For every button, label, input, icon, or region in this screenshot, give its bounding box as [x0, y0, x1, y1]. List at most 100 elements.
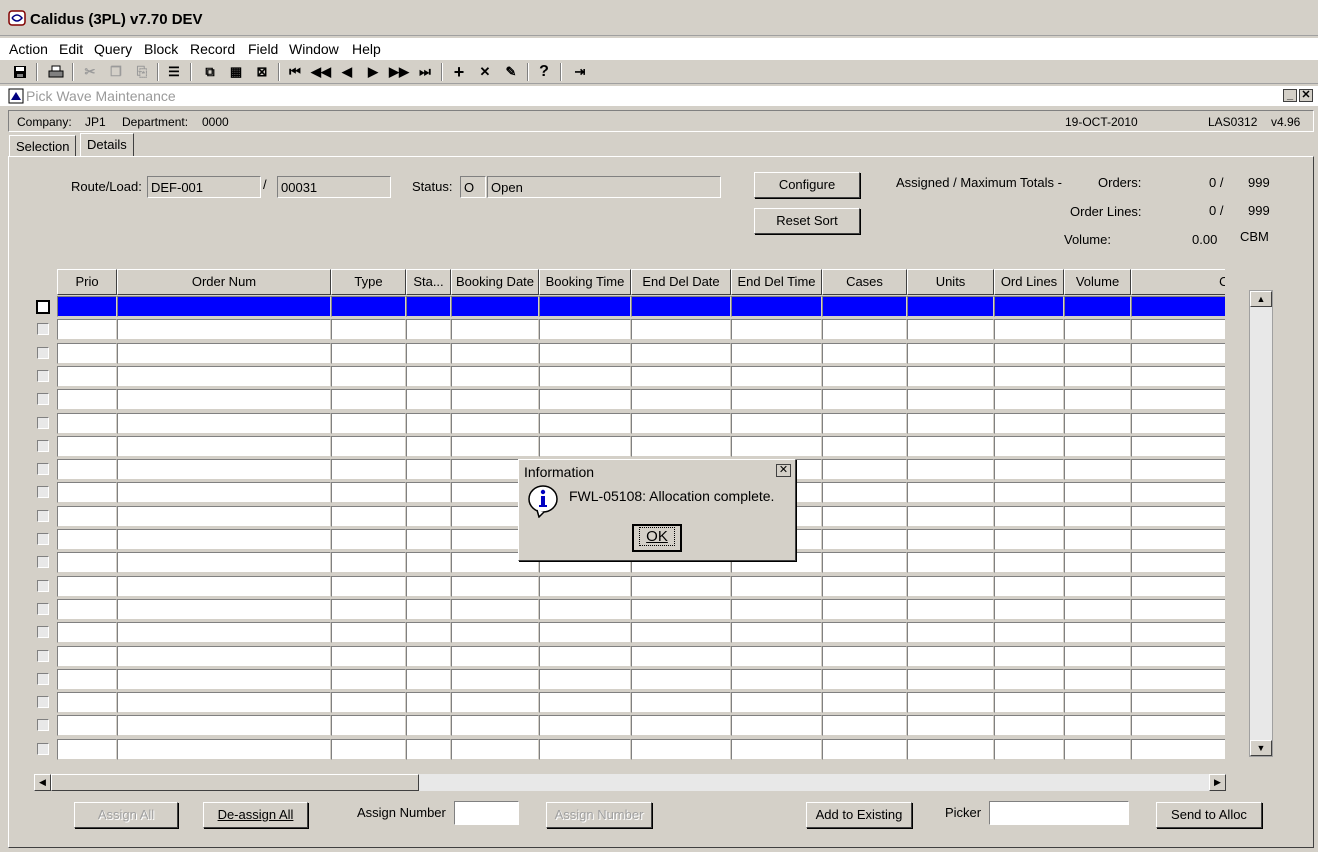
- row-select-checkbox[interactable]: [37, 603, 49, 615]
- assign-number-input[interactable]: [454, 801, 519, 825]
- row-select-checkbox[interactable]: [37, 650, 49, 662]
- print-icon[interactable]: [47, 63, 65, 81]
- table-cell[interactable]: [406, 506, 451, 527]
- scroll-right-icon[interactable]: ▶: [1209, 774, 1226, 791]
- scroll-left-icon[interactable]: ◀: [34, 774, 51, 791]
- table-cell[interactable]: [451, 692, 539, 713]
- table-cell[interactable]: [539, 366, 631, 387]
- table-cell[interactable]: [907, 552, 994, 573]
- table-cell[interactable]: [539, 669, 631, 690]
- column-header[interactable]: Prio: [57, 269, 117, 295]
- status-code-field[interactable]: O: [460, 176, 486, 198]
- table-cell[interactable]: [994, 343, 1064, 364]
- table-cell[interactable]: [1131, 459, 1225, 480]
- copy-icon[interactable]: ❐: [107, 63, 125, 81]
- table-cell[interactable]: [117, 459, 331, 480]
- table-cell[interactable]: [994, 319, 1064, 340]
- table-cell[interactable]: [117, 599, 331, 620]
- column-header[interactable]: Booking Date: [451, 269, 539, 295]
- table-cell[interactable]: [117, 296, 331, 317]
- column-header[interactable]: Cases: [822, 269, 907, 295]
- table-cell[interactable]: [451, 646, 539, 667]
- minimize-button[interactable]: _: [1283, 89, 1297, 102]
- column-header[interactable]: Order Num: [117, 269, 331, 295]
- table-cell[interactable]: [822, 692, 907, 713]
- row-select-checkbox[interactable]: [37, 556, 49, 568]
- table-cell[interactable]: [57, 319, 117, 340]
- table-cell[interactable]: [331, 296, 406, 317]
- table-cell[interactable]: [1064, 715, 1131, 736]
- table-cell[interactable]: [331, 739, 406, 760]
- cancel-query-icon[interactable]: ⊠: [253, 63, 271, 81]
- table-cell[interactable]: [451, 436, 539, 457]
- table-cell[interactable]: [994, 413, 1064, 434]
- table-cell[interactable]: [731, 739, 822, 760]
- table-cell[interactable]: [1064, 739, 1131, 760]
- table-cell[interactable]: [57, 389, 117, 410]
- table-cell[interactable]: [406, 622, 451, 643]
- save-icon[interactable]: [11, 63, 29, 81]
- table-cell[interactable]: [1131, 389, 1225, 410]
- list-of-values-icon[interactable]: ☰: [165, 63, 183, 81]
- table-cell[interactable]: [406, 366, 451, 387]
- table-cell[interactable]: [1064, 552, 1131, 573]
- enter-query-icon[interactable]: ⧉: [201, 63, 219, 81]
- menu-help[interactable]: Help: [352, 41, 381, 57]
- table-cell[interactable]: [451, 576, 539, 597]
- row-select-checkbox[interactable]: [37, 696, 49, 708]
- table-cell[interactable]: [907, 739, 994, 760]
- horizontal-scroll-thumb[interactable]: [51, 774, 419, 791]
- table-cell[interactable]: [1064, 436, 1131, 457]
- table-cell[interactable]: [57, 506, 117, 527]
- table-cell[interactable]: [994, 646, 1064, 667]
- table-cell[interactable]: [994, 366, 1064, 387]
- table-cell[interactable]: [406, 459, 451, 480]
- assign-all-button[interactable]: Assign All: [74, 802, 178, 828]
- table-cell[interactable]: [539, 599, 631, 620]
- horizontal-scrollbar[interactable]: ◀ ▶: [34, 774, 1226, 791]
- table-cell[interactable]: [406, 343, 451, 364]
- reset-sort-button[interactable]: Reset Sort: [754, 208, 860, 234]
- table-cell[interactable]: [994, 692, 1064, 713]
- table-cell[interactable]: [331, 366, 406, 387]
- table-cell[interactable]: [822, 552, 907, 573]
- configure-button[interactable]: Configure: [754, 172, 860, 198]
- table-cell[interactable]: [994, 599, 1064, 620]
- insert-record-icon[interactable]: +: [450, 62, 468, 82]
- column-header[interactable]: Type: [331, 269, 406, 295]
- table-cell[interactable]: [731, 413, 822, 434]
- table-cell[interactable]: [331, 669, 406, 690]
- table-cell[interactable]: [822, 482, 907, 503]
- table-cell[interactable]: [539, 692, 631, 713]
- picker-input[interactable]: [989, 801, 1129, 825]
- menu-query[interactable]: Query: [94, 41, 132, 57]
- table-cell[interactable]: [406, 319, 451, 340]
- table-cell[interactable]: [331, 529, 406, 550]
- table-cell[interactable]: [1131, 739, 1225, 760]
- table-cell[interactable]: [1064, 296, 1131, 317]
- table-cell[interactable]: [406, 389, 451, 410]
- table-cell[interactable]: [1131, 343, 1225, 364]
- table-cell[interactable]: [117, 692, 331, 713]
- table-cell[interactable]: [1064, 343, 1131, 364]
- table-cell[interactable]: [822, 296, 907, 317]
- column-header[interactable]: Orde: [1131, 269, 1225, 295]
- table-cell[interactable]: [451, 319, 539, 340]
- table-cell[interactable]: [907, 692, 994, 713]
- menu-field[interactable]: Field: [248, 41, 278, 57]
- table-cell[interactable]: [731, 646, 822, 667]
- table-cell[interactable]: [631, 599, 731, 620]
- table-cell[interactable]: [1131, 506, 1225, 527]
- table-cell[interactable]: [907, 459, 994, 480]
- row-select-checkbox[interactable]: [37, 743, 49, 755]
- table-cell[interactable]: [57, 715, 117, 736]
- table-cell[interactable]: [907, 669, 994, 690]
- table-cell[interactable]: [117, 646, 331, 667]
- cut-icon[interactable]: ✂: [81, 63, 99, 81]
- table-cell[interactable]: [907, 576, 994, 597]
- table-cell[interactable]: [907, 343, 994, 364]
- table-cell[interactable]: [994, 552, 1064, 573]
- table-cell[interactable]: [822, 646, 907, 667]
- table-cell[interactable]: [907, 646, 994, 667]
- table-cell[interactable]: [1064, 366, 1131, 387]
